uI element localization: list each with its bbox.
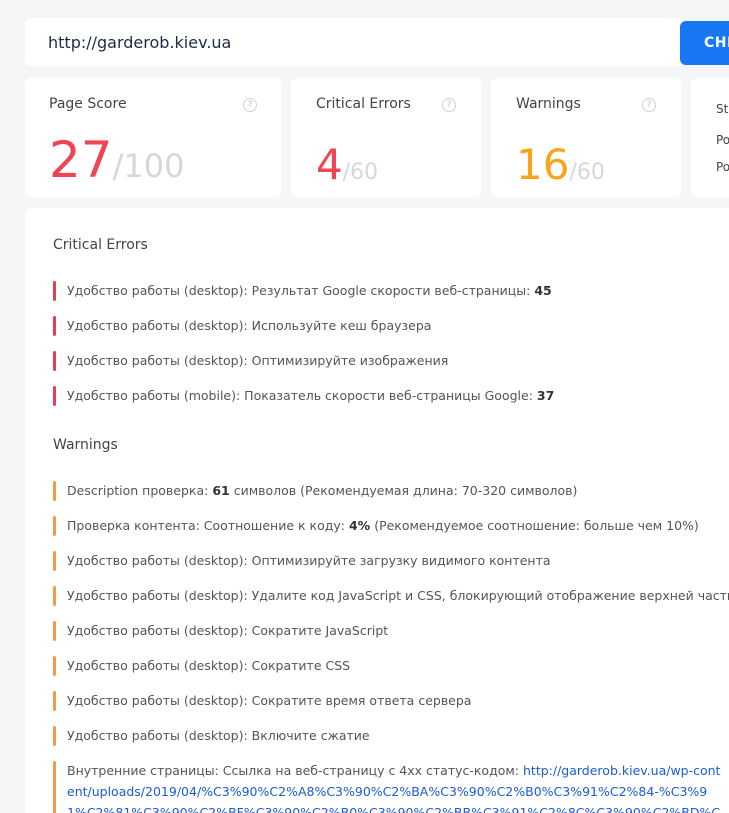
warning-marker xyxy=(53,761,56,813)
warnings-value-wrap: 16/60 xyxy=(516,140,605,198)
url-input[interactable]: http://garderob.kiev.ua xyxy=(25,18,685,66)
url-input-value[interactable]: http://garderob.kiev.ua xyxy=(48,33,231,52)
warning-marker xyxy=(53,516,56,536)
critical-errors-value: 4 xyxy=(316,140,343,189)
page-score-card: Page Score ? 27/100 xyxy=(25,78,281,197)
warning-marker xyxy=(53,621,56,641)
check-button[interactable]: CHE xyxy=(680,21,729,65)
warning-marker xyxy=(53,551,56,571)
critical-errors-total: /60 xyxy=(342,160,379,185)
warning-marker xyxy=(53,481,56,501)
warning-marker xyxy=(53,691,56,711)
critical-marker xyxy=(53,316,56,336)
stats-line: St xyxy=(716,102,729,116)
stats-card: St Po Po xyxy=(691,78,729,197)
page-score-title: Page Score xyxy=(49,96,127,112)
page-score-value: 27 xyxy=(49,131,113,189)
warning-marker xyxy=(53,656,56,676)
warnings-card: Warnings ? 16/60 xyxy=(491,78,681,197)
help-icon[interactable]: ? xyxy=(243,98,257,112)
warning-marker xyxy=(53,586,56,606)
critical-errors-title: Critical Errors xyxy=(316,96,411,112)
critical-errors-heading: Critical Errors xyxy=(53,237,148,253)
stats-line: Po xyxy=(716,133,729,147)
critical-errors-card: Critical Errors ? 4/60 xyxy=(291,78,481,197)
stats-line: Po xyxy=(716,160,729,174)
page-score-value-wrap: 27/100 xyxy=(49,130,184,196)
critical-marker xyxy=(53,281,56,301)
check-button-label: CHE xyxy=(704,35,729,51)
help-icon[interactable]: ? xyxy=(442,98,456,112)
critical-marker xyxy=(53,351,56,371)
issues-panel: Critical Errors Удобство работы (desktop… xyxy=(25,208,729,813)
critical-errors-value-wrap: 4/60 xyxy=(316,140,378,198)
critical-marker xyxy=(53,386,56,406)
warnings-total: /60 xyxy=(569,160,605,185)
help-icon[interactable]: ? xyxy=(642,98,656,112)
warnings-value: 16 xyxy=(516,140,570,189)
warnings-heading: Warnings xyxy=(53,437,118,453)
warning-marker xyxy=(53,726,56,746)
page-score-total: /100 xyxy=(112,147,185,185)
warnings-title: Warnings xyxy=(516,96,581,112)
